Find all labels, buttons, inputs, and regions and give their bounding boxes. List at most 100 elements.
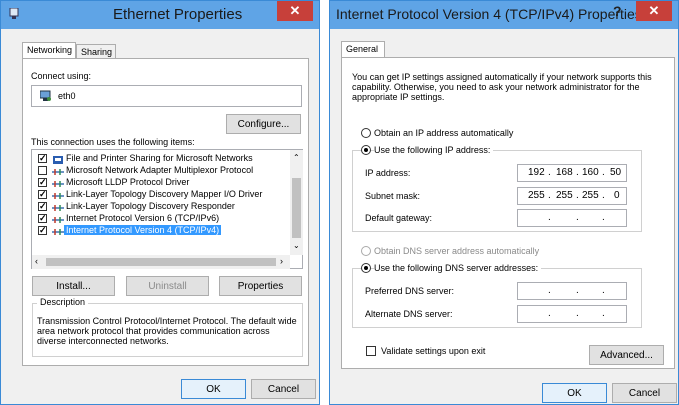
ok-button[interactable]: OK xyxy=(542,383,607,403)
protocol-icon xyxy=(52,167,64,175)
tab-networking[interactable]: Networking xyxy=(22,42,76,59)
horizontal-scrollbar[interactable]: ‹ › xyxy=(32,255,290,269)
default-gateway-label: Default gateway: xyxy=(365,213,433,223)
validate-label: Validate settings upon exit xyxy=(381,346,486,356)
validate-checkbox[interactable] xyxy=(366,346,376,356)
vertical-scrollbar[interactable]: ⌃ ⌄ xyxy=(290,150,303,255)
list-item[interactable]: ✓ Link-Layer Topology Discovery Mapper I/… xyxy=(38,189,288,201)
use-dns-radio[interactable] xyxy=(361,263,371,273)
use-dns-label: Use the following DNS server addresses: xyxy=(374,263,542,273)
ip-octet-2: 168 xyxy=(556,167,573,178)
ok-button[interactable]: OK xyxy=(181,379,246,399)
item-checkbox[interactable]: ✓ xyxy=(38,190,47,199)
ip-address-label: IP address: xyxy=(365,168,411,178)
cancel-button[interactable]: Cancel xyxy=(251,379,316,399)
adns-dot-1: . xyxy=(548,308,551,319)
networking-panel: Connect using: eth0 Configure... This co… xyxy=(22,58,309,366)
use-ip-label: Use the following IP address: xyxy=(374,145,494,155)
list-item[interactable]: Microsoft Network Adapter Multiplexor Pr… xyxy=(38,165,288,177)
item-checkbox[interactable] xyxy=(38,166,47,175)
list-item-label: File and Printer Sharing for Microsoft N… xyxy=(66,153,253,163)
list-item[interactable]: ✓ Microsoft LLDP Protocol Driver xyxy=(38,177,288,189)
use-ip-radio-dot xyxy=(364,148,368,152)
help-button[interactable]: ? xyxy=(613,3,622,19)
mask-dot-3: . xyxy=(602,190,605,201)
subnet-mask-label: Subnet mask: xyxy=(365,191,421,201)
item-checkbox[interactable]: ✓ xyxy=(38,214,47,223)
tab-general-label: General xyxy=(346,44,379,54)
protocol-icon xyxy=(52,179,64,187)
ethernet-properties-dialog: Ethernet Properties ✕ Networking Sharing… xyxy=(0,0,320,405)
default-gateway-field[interactable]: . . . xyxy=(517,209,627,227)
mask-octet-4: 0 xyxy=(614,190,620,201)
window-title: Ethernet Properties xyxy=(113,6,243,23)
list-item[interactable]: ✓ Internet Protocol Version 6 (TCP/IPv6) xyxy=(38,213,288,225)
list-item-label: Link-Layer Topology Discovery Responder xyxy=(66,201,235,211)
cancel-button[interactable]: Cancel xyxy=(612,383,677,403)
network-icon xyxy=(9,7,19,20)
preferred-dns-label: Preferred DNS server: xyxy=(365,286,455,296)
use-ip-radio[interactable] xyxy=(361,145,371,155)
ip-octet-4: 50 xyxy=(610,167,622,178)
advanced-button[interactable]: Advanced... xyxy=(589,345,664,365)
close-button[interactable]: ✕ xyxy=(277,1,313,21)
pdns-dot-3: . xyxy=(602,285,605,296)
scroll-down-icon[interactable]: ⌄ xyxy=(293,241,300,250)
tab-sharing-label: Sharing xyxy=(81,47,113,57)
title-bar[interactable]: Ethernet Properties ✕ xyxy=(1,1,319,29)
item-checkbox[interactable]: ✓ xyxy=(38,202,47,211)
obtain-dns-radio[interactable] xyxy=(361,246,371,256)
adapter-name: eth0 xyxy=(58,91,76,101)
ip-address-field[interactable]: 192 . 168 . 160 . 50 xyxy=(517,164,627,182)
configure-button[interactable]: Configure... xyxy=(226,114,301,134)
description-text: Transmission Control Protocol/Internet P… xyxy=(37,316,297,346)
general-panel: You can get IP settings assigned automat… xyxy=(341,57,675,369)
item-checkbox[interactable]: ✓ xyxy=(38,178,47,187)
list-item-label: Microsoft LLDP Protocol Driver xyxy=(66,177,190,187)
item-checkbox[interactable]: ✓ xyxy=(38,226,47,235)
item-checkbox[interactable]: ✓ xyxy=(38,154,47,163)
list-item[interactable]: ✓ Link-Layer Topology Discovery Responder xyxy=(38,201,288,213)
printer-icon xyxy=(52,155,64,164)
ip-dot-3: . xyxy=(602,167,605,178)
intro-text: You can get IP settings assigned automat… xyxy=(352,72,652,102)
list-item[interactable]: ✓ Internet Protocol Version 4 (TCP/IPv4) xyxy=(38,225,288,237)
list-item-label: Internet Protocol Version 4 (TCP/IPv4) xyxy=(64,225,222,235)
protocol-icon xyxy=(52,227,64,235)
list-item-label: Microsoft Network Adapter Multiplexor Pr… xyxy=(66,165,254,175)
items-label: This connection uses the following items… xyxy=(31,137,195,147)
items-list-rows: ✓ File and Printer Sharing for Microsoft … xyxy=(32,153,284,245)
preferred-dns-field[interactable]: . . . xyxy=(517,282,627,300)
protocol-icon xyxy=(52,215,64,223)
uninstall-button[interactable]: Uninstall xyxy=(126,276,209,296)
mask-octet-3: 255 xyxy=(582,190,599,201)
mask-dot-1: . xyxy=(548,190,551,201)
ip-octet-1: 192 xyxy=(528,167,545,178)
mask-octet-1: 255 xyxy=(528,190,545,201)
list-item[interactable]: ✓ File and Printer Sharing for Microsoft … xyxy=(38,153,288,165)
title-bar[interactable]: Internet Protocol Version 4 (TCP/IPv4) P… xyxy=(330,1,678,29)
properties-button[interactable]: Properties xyxy=(219,276,302,296)
tab-networking-label: Networking xyxy=(27,45,73,55)
obtain-ip-radio[interactable] xyxy=(361,128,371,138)
tab-sharing[interactable]: Sharing xyxy=(76,44,116,58)
tab-general[interactable]: General xyxy=(341,41,385,58)
pdns-dot-2: . xyxy=(576,285,579,296)
items-list[interactable]: ✓ File and Printer Sharing for Microsoft … xyxy=(31,149,303,269)
scroll-left-icon[interactable]: ‹ xyxy=(35,256,38,266)
alternate-dns-field[interactable]: . . . xyxy=(517,305,627,323)
subnet-mask-field[interactable]: 255 . 255 . 255 . 0 xyxy=(517,187,627,205)
h-scroll-thumb[interactable] xyxy=(46,258,276,266)
scroll-thumb[interactable] xyxy=(292,178,301,238)
close-button[interactable]: ✕ xyxy=(636,1,672,21)
gw-dot-3: . xyxy=(602,212,605,223)
protocol-icon xyxy=(52,203,64,211)
scroll-right-icon[interactable]: › xyxy=(280,256,283,266)
ip-dot-2: . xyxy=(576,167,579,178)
adns-dot-3: . xyxy=(602,308,605,319)
scroll-up-icon[interactable]: ⌃ xyxy=(293,153,300,162)
install-button[interactable]: Install... xyxy=(32,276,115,296)
protocol-icon xyxy=(52,191,64,199)
adapter-icon xyxy=(39,90,52,102)
adapter-field: eth0 xyxy=(31,85,302,107)
